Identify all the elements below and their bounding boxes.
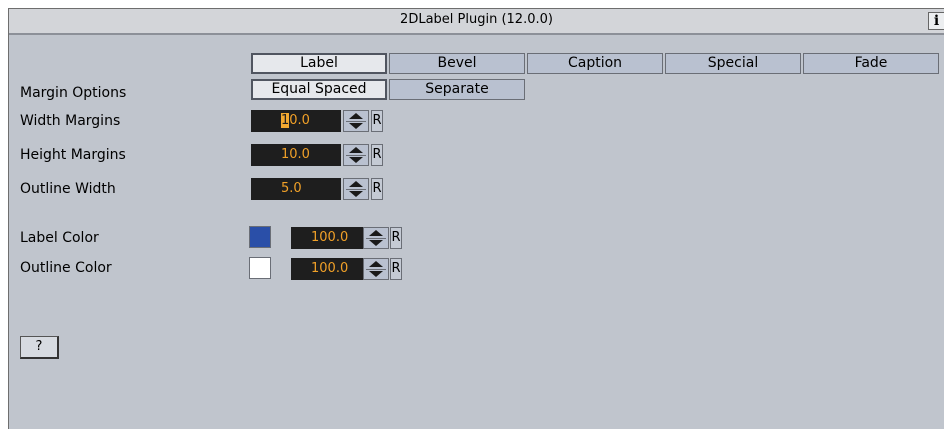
width-margins-label: Width Margins <box>20 113 121 129</box>
height-margins-spinner[interactable] <box>343 144 369 166</box>
spin-divider <box>346 121 366 122</box>
width-margins-spinner[interactable] <box>343 110 369 132</box>
spin-down-icon[interactable] <box>349 157 363 163</box>
spin-down-icon[interactable] <box>349 191 363 197</box>
outline-width-field[interactable]: 5.0 <box>251 178 341 200</box>
label-color-alpha-field[interactable]: 100.0 <box>291 227 363 249</box>
height-margins-label: Height Margins <box>20 147 126 163</box>
tab-label[interactable]: Label <box>251 53 387 74</box>
width-margins-field[interactable]: 10.0 <box>251 110 341 132</box>
separate-button[interactable]: Separate <box>389 79 525 100</box>
window-title: 2DLabel Plugin (12.0.0) <box>400 12 553 27</box>
width-margins-reset-button[interactable]: R <box>371 110 383 132</box>
spin-divider <box>366 269 386 270</box>
spin-up-icon[interactable] <box>349 147 363 153</box>
title-bar: 2DLabel Plugin (12.0.0) i <box>9 9 944 35</box>
outline-color-spinner[interactable] <box>363 258 389 280</box>
label-color-swatch[interactable] <box>249 226 271 248</box>
outline-color-reset-button[interactable]: R <box>390 258 402 280</box>
spin-divider <box>346 189 366 190</box>
outline-color-label: Outline Color <box>20 260 112 276</box>
help-button[interactable]: ? <box>20 336 59 359</box>
margin-options-label: Margin Options <box>20 85 127 101</box>
outline-color-swatch[interactable] <box>249 257 271 279</box>
height-margins-field[interactable]: 10.0 <box>251 144 341 166</box>
width-margins-value: 0.0 <box>289 113 310 128</box>
label-color-label: Label Color <box>20 230 99 246</box>
tab-bevel[interactable]: Bevel <box>389 53 525 74</box>
spin-divider <box>366 238 386 239</box>
outline-width-label: Outline Width <box>20 181 116 197</box>
tab-special[interactable]: Special <box>665 53 801 74</box>
plugin-window: 2DLabel Plugin (12.0.0) i Label Bevel Ca… <box>8 8 944 429</box>
spin-up-icon[interactable] <box>349 181 363 187</box>
spin-up-icon[interactable] <box>369 230 383 236</box>
height-margins-reset-button[interactable]: R <box>371 144 383 166</box>
spin-up-icon[interactable] <box>369 261 383 267</box>
label-color-reset-button[interactable]: R <box>390 227 402 249</box>
equal-spaced-button[interactable]: Equal Spaced <box>251 79 387 100</box>
spin-down-icon[interactable] <box>369 271 383 277</box>
outline-width-reset-button[interactable]: R <box>371 178 383 200</box>
outline-color-alpha-field[interactable]: 100.0 <box>291 258 363 280</box>
spin-down-icon[interactable] <box>369 240 383 246</box>
outline-width-spinner[interactable] <box>343 178 369 200</box>
info-icon[interactable]: i <box>928 12 944 30</box>
spin-down-icon[interactable] <box>349 123 363 129</box>
tab-bar: Label Bevel Caption Special Fade <box>251 53 941 74</box>
spin-divider <box>346 155 366 156</box>
label-color-spinner[interactable] <box>363 227 389 249</box>
tab-fade[interactable]: Fade <box>803 53 939 74</box>
spin-up-icon[interactable] <box>349 113 363 119</box>
tab-caption[interactable]: Caption <box>527 53 663 74</box>
